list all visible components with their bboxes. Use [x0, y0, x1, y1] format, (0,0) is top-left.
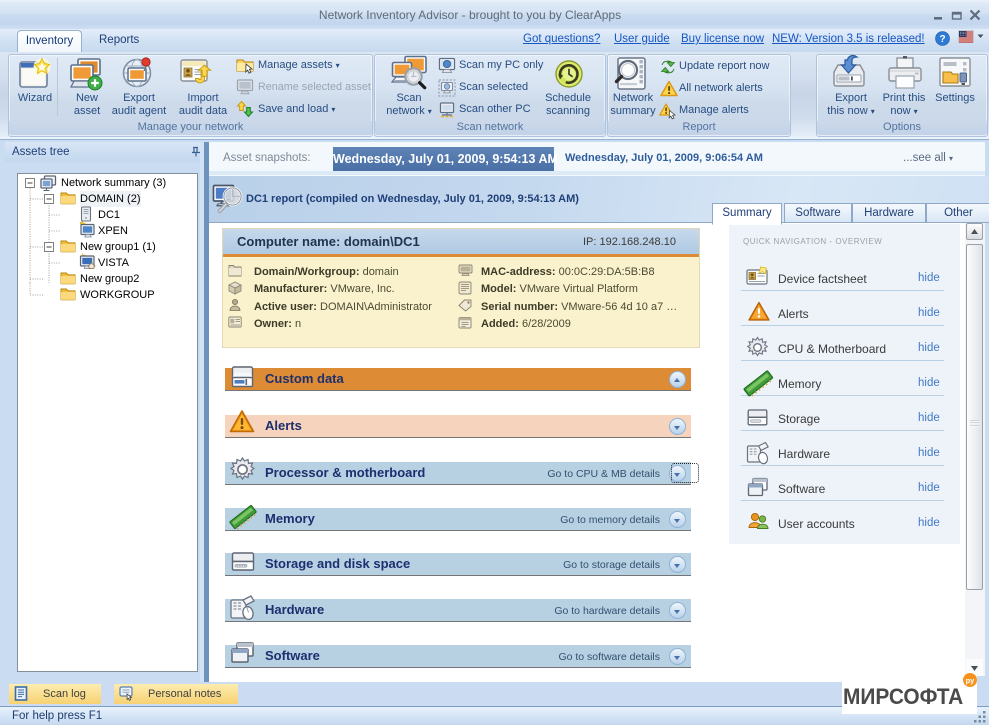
svg-text:?: ?	[939, 34, 945, 45]
